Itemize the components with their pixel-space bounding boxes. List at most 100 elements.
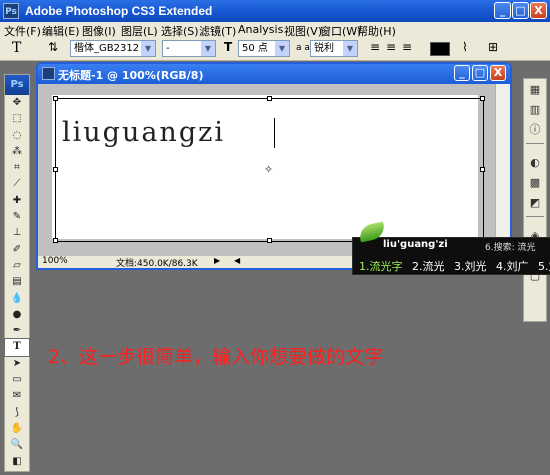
history-brush-tool-icon[interactable]: ✐	[5, 242, 29, 258]
blur-tool-icon[interactable]: 💧	[5, 291, 29, 307]
menu-bar: 文件(F) 编辑(E) 图像(I) 图层(L) 选择(S) 滤镜(T) Anal…	[0, 22, 550, 39]
ime-candidate-window: liu'guang'zi 6.搜索: 流光 1.流光字 2.流光 3.刘光 4.…	[352, 221, 550, 275]
menu-edit[interactable]: 编辑(E)	[42, 23, 80, 39]
toolbox: Ps ✥ ⬚ ◌ ⁂ ⌗ ⟋ ✚ ✎ ⊥ ✐ ▱ ▤ 💧 ● ✒ T ➤ ▭ ✉…	[4, 74, 30, 472]
ime-candidate[interactable]: 3.刘光	[454, 260, 487, 273]
histogram-panel-icon[interactable]: ▥	[524, 101, 546, 119]
slice-tool-icon[interactable]: ⟋	[5, 176, 29, 192]
healing-brush-tool-icon[interactable]: ✚	[5, 193, 29, 209]
font-family-select[interactable]: 楷体_GB2312 ▼	[70, 40, 156, 57]
path-selection-tool-icon[interactable]: ➤	[5, 356, 29, 372]
ime-candidate[interactable]: 2.流光	[412, 260, 445, 273]
transform-handle[interactable]	[53, 167, 58, 172]
transform-handle[interactable]	[480, 167, 485, 172]
divider	[526, 143, 544, 150]
ime-search[interactable]: 6.搜索: 流光	[485, 240, 535, 253]
character-panel-icon[interactable]: ⊞	[488, 40, 498, 57]
menu-file[interactable]: 文件(F)	[4, 23, 41, 39]
color-swatches-icon[interactable]: ◧	[5, 454, 29, 470]
menu-select[interactable]: 选择(S)	[161, 23, 199, 39]
panel-dock: ▦ ▥ ⓘ ◐ ▩ ◩ ◈ ▣ ▢	[523, 78, 547, 322]
document-titlebar: 无标题-1 @ 100%(RGB/8) _ □ X	[38, 64, 510, 84]
chevron-down-icon: ▼	[141, 41, 155, 56]
document-info: 文档:450.0K/86.3K	[116, 259, 198, 269]
font-size-icon: T	[224, 40, 233, 54]
hand-tool-icon[interactable]: ✋	[5, 421, 29, 437]
antialias-select[interactable]: 锐利 ▼	[310, 40, 358, 57]
transform-handle[interactable]	[267, 96, 272, 101]
styles-panel-icon[interactable]: ◩	[524, 194, 546, 212]
center-point-icon: ✧	[264, 163, 274, 176]
pen-tool-icon[interactable]: ✒	[5, 323, 29, 339]
status-menu-arrow-icon[interactable]: ▶	[214, 256, 220, 265]
notes-tool-icon[interactable]: ✉	[5, 388, 29, 404]
gradient-tool-icon[interactable]: ▤	[5, 274, 29, 290]
ime-candidate[interactable]: 5.刘	[538, 260, 550, 273]
marquee-tool-icon[interactable]: ⬚	[5, 111, 29, 127]
ime-candidate[interactable]: 4.刘广	[496, 260, 529, 273]
app-title: Adobe Photoshop CS3 Extended	[25, 4, 213, 18]
menu-window[interactable]: 窗口(W)	[320, 23, 361, 39]
text-orientation-icon[interactable]: ⇅	[48, 40, 58, 57]
lasso-tool-icon[interactable]: ◌	[5, 128, 29, 144]
shape-tool-icon[interactable]: ▭	[5, 372, 29, 388]
photoshop-logo-icon: Ps	[3, 3, 19, 19]
canvas-area[interactable]: ✧ liuguangzi	[38, 84, 496, 256]
info-panel-icon[interactable]: ⓘ	[524, 121, 546, 139]
scroll-left-icon[interactable]: ◀	[234, 256, 240, 265]
text-caret	[274, 118, 275, 148]
document-icon	[42, 67, 55, 80]
typed-text[interactable]: liuguangzi	[62, 117, 225, 148]
eyedropper-tool-icon[interactable]: ⟆	[5, 405, 29, 421]
color-panel-icon[interactable]: ◐	[524, 154, 546, 172]
dodge-tool-icon[interactable]: ●	[5, 307, 29, 323]
align-center-icon[interactable]: ≡	[386, 40, 396, 57]
transform-handle[interactable]	[267, 238, 272, 243]
clone-stamp-tool-icon[interactable]: ⊥	[5, 225, 29, 241]
options-bar: T ⇅ 楷体_GB2312 ▼ - ▼ T 50 点 ▼ a a 锐利 ▼ ≡ …	[0, 38, 550, 61]
antialias-icon: a a	[296, 43, 310, 53]
text-color-swatch[interactable]	[430, 42, 450, 56]
menu-layer[interactable]: 图层(L)	[121, 23, 158, 39]
doc-maximize-button[interactable]: □	[472, 65, 488, 81]
font-style-select[interactable]: - ▼	[162, 40, 216, 57]
tutorial-annotation: 2、这一步很简单，输入你想要做的文字	[48, 346, 384, 368]
transform-handle[interactable]	[53, 238, 58, 243]
transform-handle[interactable]	[480, 96, 485, 101]
type-tool-icon[interactable]: T	[4, 338, 30, 357]
align-right-icon[interactable]: ≡	[402, 40, 412, 57]
doc-close-button[interactable]: X	[490, 65, 506, 81]
menu-help[interactable]: 帮助(H)	[357, 23, 396, 39]
magic-wand-tool-icon[interactable]: ⁂	[5, 144, 29, 160]
close-button[interactable]: X	[530, 2, 547, 19]
align-left-icon[interactable]: ≡	[370, 40, 380, 57]
ime-candidate[interactable]: 1.流光字	[359, 260, 403, 273]
chevron-down-icon: ▼	[343, 41, 357, 56]
ime-candidate-list: 1.流光字 2.流光 3.刘光 4.刘广 5.刘	[359, 258, 550, 274]
doc-minimize-button[interactable]: _	[454, 65, 470, 81]
transform-handle[interactable]	[53, 96, 58, 101]
maximize-button[interactable]: □	[512, 2, 529, 19]
antialias-value: 锐利	[314, 43, 334, 54]
eraser-tool-icon[interactable]: ▱	[5, 258, 29, 274]
warp-text-icon[interactable]: ⌇	[462, 40, 468, 57]
font-size-select[interactable]: 50 点 ▼	[238, 40, 290, 57]
font-family-value: 楷体_GB2312	[74, 43, 140, 54]
brush-tool-icon[interactable]: ✎	[5, 209, 29, 225]
swatches-panel-icon[interactable]: ▩	[524, 174, 546, 192]
menu-image[interactable]: 图像(I)	[82, 23, 116, 39]
navigator-panel-icon[interactable]: ▦	[524, 81, 546, 99]
type-tool-icon[interactable]: T	[12, 40, 21, 57]
font-style-value: -	[166, 43, 170, 54]
crop-tool-icon[interactable]: ⌗	[5, 160, 29, 176]
menu-view[interactable]: 视图(V)	[284, 23, 322, 39]
minimize-button[interactable]: _	[494, 2, 511, 19]
move-tool-icon[interactable]: ✥	[5, 95, 29, 111]
app-titlebar: Ps Adobe Photoshop CS3 Extended _ □ X	[0, 0, 550, 22]
zoom-tool-icon[interactable]: 🔍	[5, 437, 29, 453]
zoom-level[interactable]: 100%	[42, 256, 68, 266]
vertical-scrollbar[interactable]	[495, 84, 510, 256]
font-size-value: 50 点	[242, 43, 268, 54]
menu-analysis[interactable]: Analysis	[238, 23, 283, 36]
menu-filter[interactable]: 滤镜(T)	[199, 23, 236, 39]
